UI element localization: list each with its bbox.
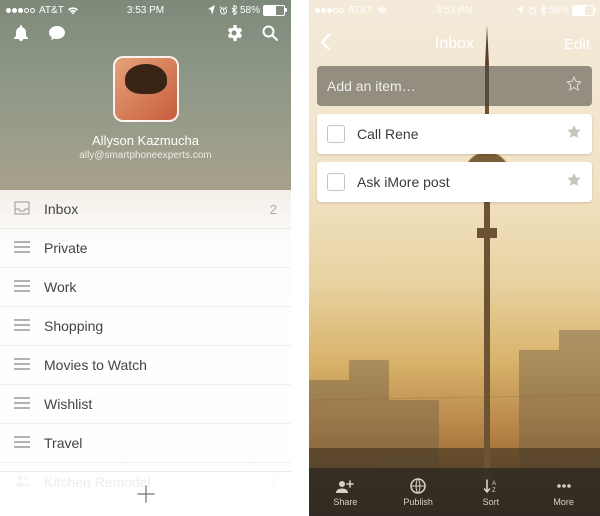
screen-title: Inbox xyxy=(309,35,600,53)
add-item-field[interactable]: Add an item… xyxy=(317,66,592,106)
globe-icon xyxy=(409,477,427,495)
bell-icon[interactable] xyxy=(12,24,30,42)
task-card[interactable]: Call Rene xyxy=(317,114,592,154)
list-row-label: Inbox xyxy=(44,201,270,217)
add-list-button[interactable] xyxy=(0,471,291,516)
right-screen: AT&T 3:53 PM 58% Inbox Edit Add an it xyxy=(309,0,600,516)
list-row-label: Travel xyxy=(44,435,277,451)
task-label: Call Rene xyxy=(357,126,566,142)
plus-icon xyxy=(135,483,157,505)
tab-more[interactable]: More xyxy=(527,468,600,516)
list-row-work[interactable]: Work xyxy=(0,267,291,306)
more-icon xyxy=(555,477,573,495)
tab-publish[interactable]: Publish xyxy=(382,468,455,516)
avatar xyxy=(113,56,179,122)
tab-label: Publish xyxy=(403,497,433,507)
list-icon xyxy=(14,279,32,295)
star-toggle[interactable] xyxy=(566,172,582,193)
list-row-inbox[interactable]: Inbox 2 xyxy=(0,190,291,228)
tab-label: Sort xyxy=(483,497,500,507)
status-time: 3:53 PM xyxy=(0,5,291,16)
task-card[interactable]: Ask iMore post xyxy=(317,162,592,202)
svg-text:A: A xyxy=(492,481,496,487)
status-bar: AT&T 3:53 PM 58% xyxy=(0,0,291,20)
list-row-wishlist[interactable]: Wishlist xyxy=(0,384,291,423)
list-icon xyxy=(14,318,32,334)
bottom-tabbar: Share Publish AZ Sort More xyxy=(309,468,600,516)
list-row-private[interactable]: Private xyxy=(0,228,291,267)
tab-label: Share xyxy=(333,497,357,507)
tab-share[interactable]: Share xyxy=(309,468,382,516)
list-row-label: Wishlist xyxy=(44,396,277,412)
list-row-movies[interactable]: Movies to Watch xyxy=(0,345,291,384)
star-outline-icon[interactable] xyxy=(566,76,582,97)
list-row-label: Private xyxy=(44,240,277,256)
task-label: Ask iMore post xyxy=(357,174,566,190)
profile-name: Allyson Kazmucha xyxy=(0,133,291,148)
profile-block[interactable]: Allyson Kazmucha ally@smartphoneexperts.… xyxy=(0,56,291,161)
list-row-shopping[interactable]: Shopping xyxy=(0,306,291,345)
task-checkbox[interactable] xyxy=(327,173,345,191)
list-row-count: 2 xyxy=(270,202,277,217)
add-item-placeholder: Add an item… xyxy=(327,78,566,94)
list-icon xyxy=(14,435,32,451)
left-screen: AT&T 3:53 PM 58% xyxy=(0,0,291,516)
search-icon[interactable] xyxy=(261,24,279,42)
tab-label: More xyxy=(553,497,574,507)
status-time: 3:53 PM xyxy=(309,5,600,16)
inbox-icon xyxy=(14,201,32,218)
svg-text:Z: Z xyxy=(492,488,496,494)
chat-icon[interactable] xyxy=(48,24,66,42)
profile-email: ally@smartphoneexperts.com xyxy=(0,150,291,161)
list-row-label: Shopping xyxy=(44,318,277,334)
status-bar: AT&T 3:53 PM 58% xyxy=(309,0,600,20)
task-checkbox[interactable] xyxy=(327,125,345,143)
list-row-label: Movies to Watch xyxy=(44,357,277,373)
list-icon xyxy=(14,396,32,412)
list-icon xyxy=(14,357,32,373)
battery-icon xyxy=(263,5,285,16)
sort-icon: AZ xyxy=(482,477,500,495)
gear-icon[interactable] xyxy=(225,24,243,42)
share-icon xyxy=(336,477,354,495)
star-toggle[interactable] xyxy=(566,124,582,145)
battery-icon xyxy=(572,5,594,16)
lists-panel[interactable]: Inbox 2 Private Work Shopping Movies to … xyxy=(0,190,291,472)
list-row-travel[interactable]: Travel xyxy=(0,423,291,462)
list-icon xyxy=(14,240,32,256)
tab-sort[interactable]: AZ Sort xyxy=(455,468,528,516)
list-row-label: Work xyxy=(44,279,277,295)
